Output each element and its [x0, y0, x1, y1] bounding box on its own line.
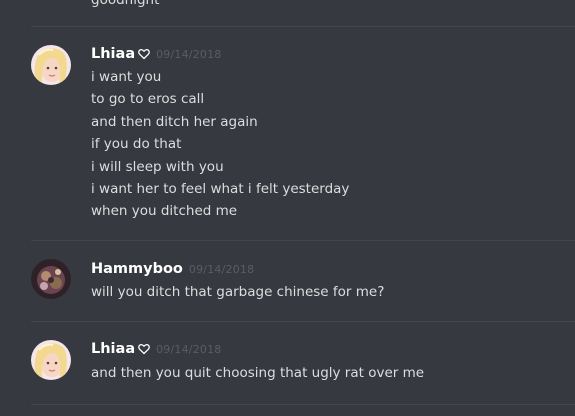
heart-icon [138, 49, 150, 60]
message-body: i want you to go to eros call and then d… [91, 66, 349, 223]
message-line: if you do that [91, 136, 182, 153]
message-line: when you ditched me [91, 203, 238, 220]
message-line: will you ditch that garbage chinese for … [91, 284, 385, 300]
avatar-lhiaa[interactable] [31, 45, 71, 85]
avatar-lhiaa[interactable] [31, 340, 71, 380]
message-divider [31, 404, 575, 405]
message-header: Lhiaa 09/14/2018 [91, 44, 222, 64]
username[interactable]: Hammyboo [91, 261, 183, 277]
message-timestamp[interactable]: 09/14/2018 [156, 48, 221, 61]
cut-off-message: goodnight [91, 0, 160, 8]
message-line: i will sleep with you [91, 158, 224, 175]
message-line: i want you [91, 69, 162, 85]
avatar-hammyboo[interactable] [31, 259, 71, 299]
heart-icon [138, 344, 150, 355]
username[interactable]: Lhiaa [91, 341, 135, 357]
message-line: and then ditch her again [91, 113, 258, 130]
username[interactable]: Lhiaa [91, 46, 135, 62]
message-timestamp[interactable]: 09/14/2018 [156, 343, 221, 356]
avatar-image [31, 45, 71, 85]
message-group: Lhiaa 09/14/2018 and then you quit choos… [0, 322, 575, 404]
message-line: i want her to feel what i felt yesterday [91, 180, 350, 197]
message-body: and then you quit choosing that ugly rat… [91, 362, 424, 384]
message-line: to go to eros call [91, 91, 205, 108]
avatar-image [31, 259, 71, 299]
message-group: Hammyboo 09/14/2018 will you ditch that … [0, 241, 575, 321]
message-group: Lhiaa 09/14/2018 i want you to go to ero… [0, 27, 575, 240]
avatar-image [31, 340, 71, 380]
chat-message-list[interactable]: goodnight Lhiaa 09/14/2018 i want you to [0, 0, 575, 416]
message-header: Hammyboo 09/14/2018 [91, 259, 254, 279]
message-header: Lhiaa 09/14/2018 [91, 339, 222, 359]
message-line: and then you quit choosing that ugly rat… [91, 365, 425, 381]
message-body: will you ditch that garbage chinese for … [91, 281, 384, 303]
message-timestamp[interactable]: 09/14/2018 [189, 263, 254, 276]
